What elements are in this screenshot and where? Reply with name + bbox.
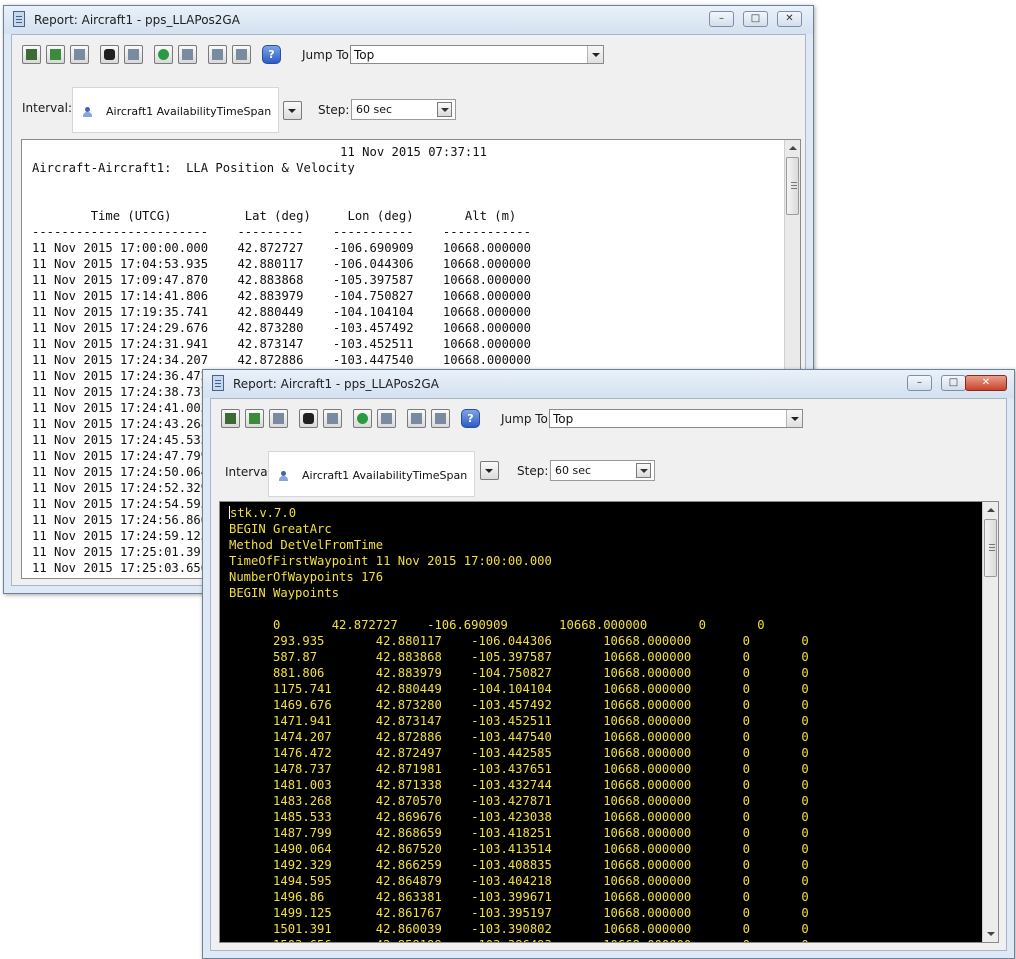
refresh-icon[interactable] [154,45,173,64]
close-button[interactable]: ✕ [777,11,802,27]
jump-to-select[interactable]: Top [350,45,604,64]
jump-to-value: Top [354,48,375,62]
step-field[interactable]: 60 sec [550,460,655,481]
front-title-bar[interactable]: Report: Aircraft1 - pps_LLAPos2GA – □ ✕ [203,370,1014,398]
find-icon[interactable] [100,45,119,64]
properties-icon[interactable] [208,45,227,64]
jump-to-label: Jump To: [501,412,552,426]
interval-field[interactable]: Aircraft1 AvailabilityTimeSpan [72,87,279,133]
maximize-button[interactable]: □ [743,11,768,27]
step-icon[interactable] [636,463,651,478]
copy-icon[interactable] [124,45,143,64]
scroll-thumb[interactable] [786,157,799,215]
chevron-down-icon[interactable] [786,410,802,427]
help-icon[interactable]: ? [262,45,281,64]
chevron-down-icon[interactable] [587,46,603,63]
person-icon [83,107,92,117]
minimize-button[interactable]: – [907,375,932,391]
jump-to-select[interactable]: Top [549,409,803,428]
save-icon[interactable] [22,45,41,64]
back-title-bar[interactable]: Report: Aircraft1 - pps_LLAPos2GA – □ ✕ [4,6,813,34]
print-icon[interactable] [70,45,89,64]
export-excel-icon[interactable] [245,409,264,428]
report-text-area[interactable]: stk.v.7.0 BEGIN GreatArc Method DetVelFr… [219,501,999,943]
scroll-down-icon[interactable] [983,926,998,942]
window-title: Report: Aircraft1 - pps_LLAPos2GA [34,13,240,27]
interval-dropdown-button[interactable] [283,101,302,120]
window-title: Report: Aircraft1 - pps_LLAPos2GA [233,377,439,391]
interval-label: Interval: [22,101,72,115]
step-value: 60 sec [356,103,393,116]
front-report-window[interactable]: Report: Aircraft1 - pps_LLAPos2GA – □ ✕ … [202,369,1015,959]
sync-icon[interactable] [178,45,197,64]
interval-field[interactable]: Aircraft1 AvailabilityTimeSpan [268,451,475,497]
grip [791,182,797,183]
find-icon[interactable] [299,409,318,428]
save-icon[interactable] [221,409,240,428]
scroll-up-icon[interactable] [983,502,998,518]
interval-value: Aircraft1 AvailabilityTimeSpan [302,469,468,482]
properties-icon[interactable] [407,409,426,428]
front-client-area: ? Jump To: Top Interval: Aircraft1 Avail… [210,398,1007,951]
interval-value: Aircraft1 AvailabilityTimeSpan [106,105,272,118]
person-icon [279,471,288,481]
jump-to-label: Jump To: [302,48,353,62]
vertical-scrollbar[interactable] [982,502,998,942]
grip [989,547,995,548]
step-label: Step: [517,464,549,478]
scroll-up-icon[interactable] [785,140,800,156]
step-field[interactable]: 60 sec [351,99,456,120]
options-icon[interactable] [232,45,251,64]
help-icon[interactable]: ? [461,409,480,428]
report-icon [212,375,224,391]
grip [791,188,797,189]
grip [989,544,995,545]
sync-icon[interactable] [377,409,396,428]
report-text: stk.v.7.0 BEGIN GreatArc Method DetVelFr… [220,502,998,942]
step-value: 60 sec [555,464,592,477]
grip [989,550,995,551]
copy-icon[interactable] [323,409,342,428]
step-icon[interactable] [437,102,452,117]
print-icon[interactable] [269,409,288,428]
scroll-thumb[interactable] [984,519,997,577]
step-label: Step: [318,103,350,117]
maximize-button[interactable]: □ [941,375,966,391]
refresh-icon[interactable] [353,409,372,428]
report-first-line: stk.v.7.0 [230,506,297,520]
report-icon [13,11,25,27]
interval-dropdown-button[interactable] [480,461,499,480]
options-icon[interactable] [431,409,450,428]
report-body: BEGIN GreatArc Method DetVelFromTime Tim… [229,522,809,942]
export-excel-icon[interactable] [46,45,65,64]
grip [791,185,797,186]
close-button[interactable]: ✕ [965,375,1007,391]
minimize-button[interactable]: – [709,11,734,27]
jump-to-value: Top [553,412,574,426]
